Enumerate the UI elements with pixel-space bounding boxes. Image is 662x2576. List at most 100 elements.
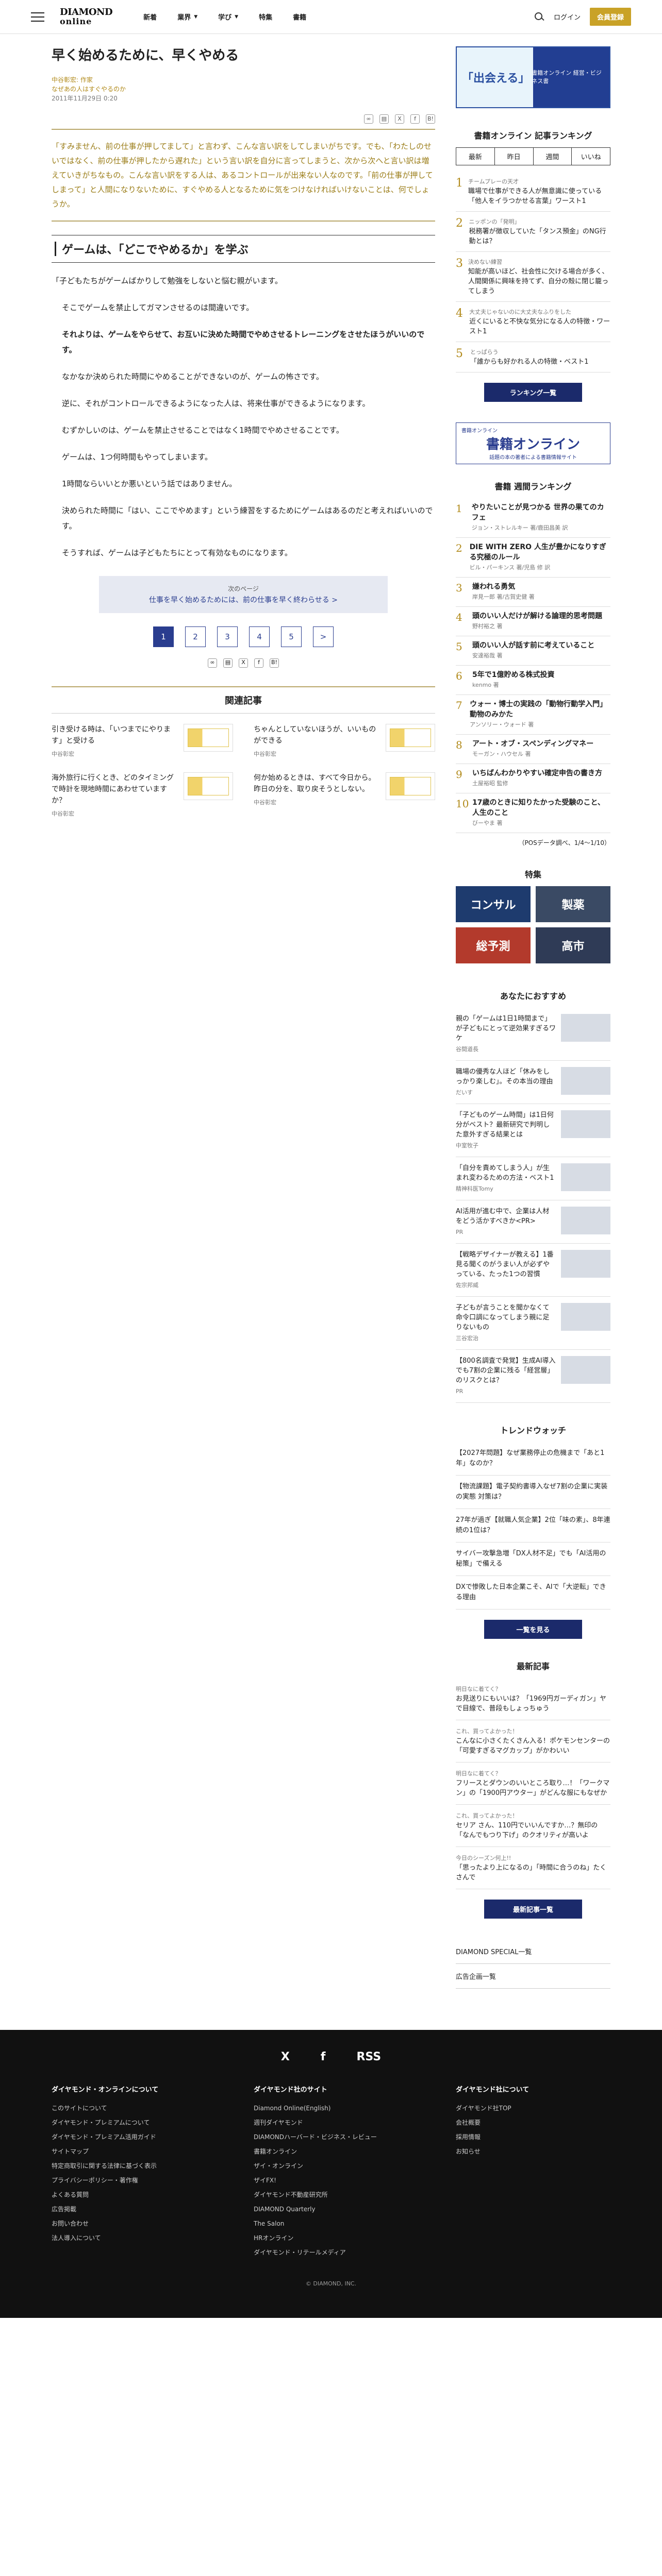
facebook-icon[interactable]: f [410, 114, 420, 124]
latest-list-button[interactable]: 最新記事一覧 [484, 1900, 582, 1919]
footer-link[interactable]: 広告掲載 [52, 2202, 206, 2216]
register-button[interactable]: 会員登録 [589, 8, 631, 26]
print-icon[interactable]: ▤ [223, 658, 233, 668]
trend-item[interactable]: 【2027年問題】なぜ業務停止の危機まで「あと1年」なのか？ [456, 1442, 610, 1476]
trend-item[interactable]: サイバー攻撃急増「DX人材不足」でも「AI活用の秘策」で備える [456, 1543, 610, 1576]
footer-link[interactable]: 週刊ダイヤモンド [254, 2115, 408, 2130]
menu-icon[interactable] [31, 12, 44, 22]
trend-item[interactable]: 27年が過ぎ【就職人気企業】2位「味の素」、8年連続の1位は？ [456, 1509, 610, 1543]
feature-forecast[interactable]: 総予測 [456, 927, 531, 963]
book-item[interactable]: 4 頭のいい人だけが解ける論理的思考問題 野村裕之 著 [456, 607, 610, 636]
nav-feature[interactable]: 特集 [259, 12, 272, 22]
tab-latest[interactable]: 最新 [456, 148, 495, 165]
nav-industry[interactable]: 業界 ▼ [177, 12, 197, 22]
ranking-item[interactable]: 3 決めない練習 知能が高いほど、社会性に欠ける場合が多く、人間関係に興味を持てず、… [456, 252, 610, 302]
book-item[interactable]: 3 嫌われる勇気 岸見一郎 著/古賀史健 著 [456, 578, 610, 607]
book-item[interactable]: 9 いちばんわかりやすい確定申告の書き方 土屋裕昭 監修 [456, 764, 610, 793]
books-online-banner[interactable]: 書籍オンライン 書籍オンライン 話題の本の著者による書籍情報サイト [456, 422, 610, 464]
tab-yesterday[interactable]: 昨日 [495, 148, 534, 165]
recommend-item[interactable]: 「子どものゲーム時間」は1日何分がベスト？最新研究で判明した意外すぎる結果とは中… [456, 1104, 610, 1157]
page-5[interactable]: 5 [281, 626, 302, 647]
ranking-item[interactable]: 4 大丈夫じゃないのに大丈夫なふりをした 近くにいると不快な気分になる人の特徴・ワー… [456, 302, 610, 342]
link-icon[interactable]: ∞ [364, 114, 373, 124]
print-icon[interactable]: ▤ [379, 114, 389, 124]
related-item[interactable]: 引き受ける時は、「いつまでにやります」と受ける 中谷彰宏 [52, 724, 233, 760]
sidebar-ad[interactable]: 「出会える」 書籍オンライン 経営・ビジネス書 [456, 46, 610, 108]
footer-link[interactable]: 採用情報 [456, 2130, 610, 2144]
nav-books[interactable]: 書籍 [293, 12, 306, 22]
trend-list-button[interactable]: 一覧を見る [484, 1620, 582, 1639]
book-item[interactable]: 5 頭のいい人が話す前に考えていること 安達裕哉 著 [456, 636, 610, 666]
x-icon[interactable]: X [395, 114, 404, 124]
rss-icon[interactable]: RSS [356, 2050, 381, 2063]
footer-link[interactable]: ダイヤモンド社TOP [456, 2101, 610, 2115]
ranking-item[interactable]: 1 チームプレーの天才 職場で仕事ができる人が無意識に使っている「他人をイラつかせる… [456, 172, 610, 212]
site-logo[interactable]: DIAMOND online [60, 7, 113, 26]
ranking-item[interactable]: 2 ニッポンの「発明」 税務署が徴収していた「タンス預金」のNG行動とは？ [456, 212, 610, 252]
trend-item[interactable]: 【物流課題】電子契約書導入なぜ7割の企業に実装の実態 対策は？ [456, 1476, 610, 1509]
facebook-icon[interactable]: f [254, 658, 263, 668]
special-list-link[interactable]: DIAMOND SPECIAL一覧 [456, 1939, 610, 1964]
feature-consul[interactable]: コンサル [456, 886, 531, 922]
footer-link[interactable]: 書籍オンライン [254, 2144, 408, 2159]
footer-link[interactable]: プライバシーポリシー・著作権 [52, 2173, 206, 2188]
footer-link[interactable]: 法人導入について [52, 2231, 206, 2245]
footer-link[interactable]: ダイヤモンド不動産研究所 [254, 2188, 408, 2202]
related-item[interactable]: ちゃんとしていないほうが、いいものができる 中谷彰宏 [254, 724, 435, 760]
recommend-item[interactable]: 「自分を責めてしまう人」が生まれ変わるための方法・ベスト1 精神科医Tomy [456, 1157, 610, 1200]
book-item[interactable]: 7 ウォー・博士の実践の「動物行動学入門」動物のみかた アンソリー・ウォード 著 [456, 695, 610, 735]
book-item[interactable]: 8 アート・オブ・スペンディングマネー モーガン・ハウセル 著 [456, 735, 610, 764]
nav-new[interactable]: 新着 [143, 12, 157, 22]
page-1[interactable]: 1 [153, 626, 174, 647]
footer-link[interactable]: Diamond Online(English) [254, 2101, 408, 2115]
author-link[interactable]: 中谷彰宏: 作家 [52, 75, 435, 84]
next-page-link[interactable]: 次のページ 仕事を早く始めるためには、前の仕事を早く終わらせる > [99, 576, 388, 613]
recommend-item[interactable]: 親の「ゲームは1日1時間まで」が子どもにとって逆効果すぎるワケ 谷間道長 [456, 1008, 610, 1061]
tab-weekly[interactable]: 週間 [534, 148, 572, 165]
footer-link[interactable]: The Salon [254, 2216, 408, 2231]
bookmark-icon[interactable]: B! [270, 658, 279, 668]
footer-link[interactable]: ザイ・オンライン [254, 2159, 408, 2173]
book-item[interactable]: 10 17歳のときに知りたかった受験のこと、人生のこと びーやま 著 [456, 793, 610, 833]
recommend-item[interactable]: AI活用が進む中で、企業は人材をどう活かすべきか<PR> PR [456, 1200, 610, 1244]
latest-item[interactable]: これ、買ってよかった！ セリア さん、110円でいいんですか…？無印の「なんでもつ… [456, 1805, 610, 1847]
page-3[interactable]: 3 [217, 626, 238, 647]
ad-list-link[interactable]: 広告企画一覧 [456, 1964, 610, 1989]
feature-takaichi[interactable]: 高市 [536, 927, 610, 963]
footer-link[interactable]: よくある質問 [52, 2188, 206, 2202]
feature-pharma[interactable]: 製薬 [536, 886, 610, 922]
tab-likes[interactable]: いいね [572, 148, 610, 165]
x-icon[interactable]: X [239, 658, 248, 668]
trend-item[interactable]: DXで惨敗した日本企業こそ、AIで「大逆転」できる理由 [456, 1576, 610, 1609]
book-item[interactable]: 6 5年で1億貯める株式投資 kenmo 著 [456, 666, 610, 695]
footer-link[interactable]: サイトマップ [52, 2144, 206, 2159]
related-item[interactable]: 何か始めるときは、すべて今日から。昨日の分を、取り戻そうとしない。 中谷彰宏 [254, 772, 435, 820]
footer-link[interactable]: 特定商取引に関する法律に基づく表示 [52, 2159, 206, 2173]
footer-link[interactable]: DIAMONDハーバード・ビジネス・レビュー [254, 2130, 408, 2144]
latest-item[interactable]: 今日のシーズン何上!! 「思ったより上になるの」「時間に合うのね」たくさんで [456, 1847, 610, 1889]
latest-item[interactable]: これ、買ってよかった！ こんなに小さくたくさん入る！ポケモンセンターの「可愛すぎる… [456, 1720, 610, 1762]
ranking-list-button[interactable]: ランキング一覧 [484, 383, 582, 402]
recommend-item[interactable]: 【800名調査で発覚】生成AI導入でも7割の企業に残る「経営層」のリスクとは？ P… [456, 1350, 610, 1403]
footer-link[interactable]: ダイヤモンド・プレミアムについて [52, 2115, 206, 2130]
footer-link[interactable]: お知らせ [456, 2144, 610, 2159]
footer-link[interactable]: ザイFX! [254, 2173, 408, 2188]
facebook-icon[interactable]: f [321, 2050, 326, 2063]
page-2[interactable]: 2 [185, 626, 206, 647]
search-icon[interactable] [534, 12, 544, 22]
footer-link[interactable]: 会社概要 [456, 2115, 610, 2130]
link-icon[interactable]: ∞ [208, 658, 217, 668]
related-item[interactable]: 海外旅行に行くとき、どのタイミングで時計を現地時間にあわせていますか？ 中谷彰宏 [52, 772, 233, 820]
footer-link[interactable]: ダイヤモンド・リテールメディア [254, 2245, 408, 2260]
latest-item[interactable]: 明日なに着てく？ お見送りにもいいは？「1969円ガーディガン」ヤで目線で、普段も… [456, 1678, 610, 1720]
x-icon[interactable]: X [281, 2050, 290, 2063]
footer-link[interactable]: ダイヤモンド・プレミアム活用ガイド [52, 2130, 206, 2144]
recommend-item[interactable]: 子どもが言うことを聞かなくて命令口調になってしまう親に足りないもの 三谷宏治 [456, 1297, 610, 1350]
footer-link[interactable]: このサイトについて [52, 2101, 206, 2115]
footer-link[interactable]: HRオンライン [254, 2231, 408, 2245]
book-item[interactable]: 1 やりたいことが見つかる 世界の果てのカフェ ジョン・ストレルキー 著/鹿田昌美 … [456, 498, 610, 538]
login-link[interactable]: ログイン [554, 12, 581, 22]
series-link[interactable]: なぜあの人はすぐやるのか [52, 84, 435, 94]
bookmark-icon[interactable]: B! [426, 114, 435, 124]
ranking-item[interactable]: 5 とっぱらう 「誰からも好かれる人の特徴・ベスト1 [456, 342, 610, 372]
